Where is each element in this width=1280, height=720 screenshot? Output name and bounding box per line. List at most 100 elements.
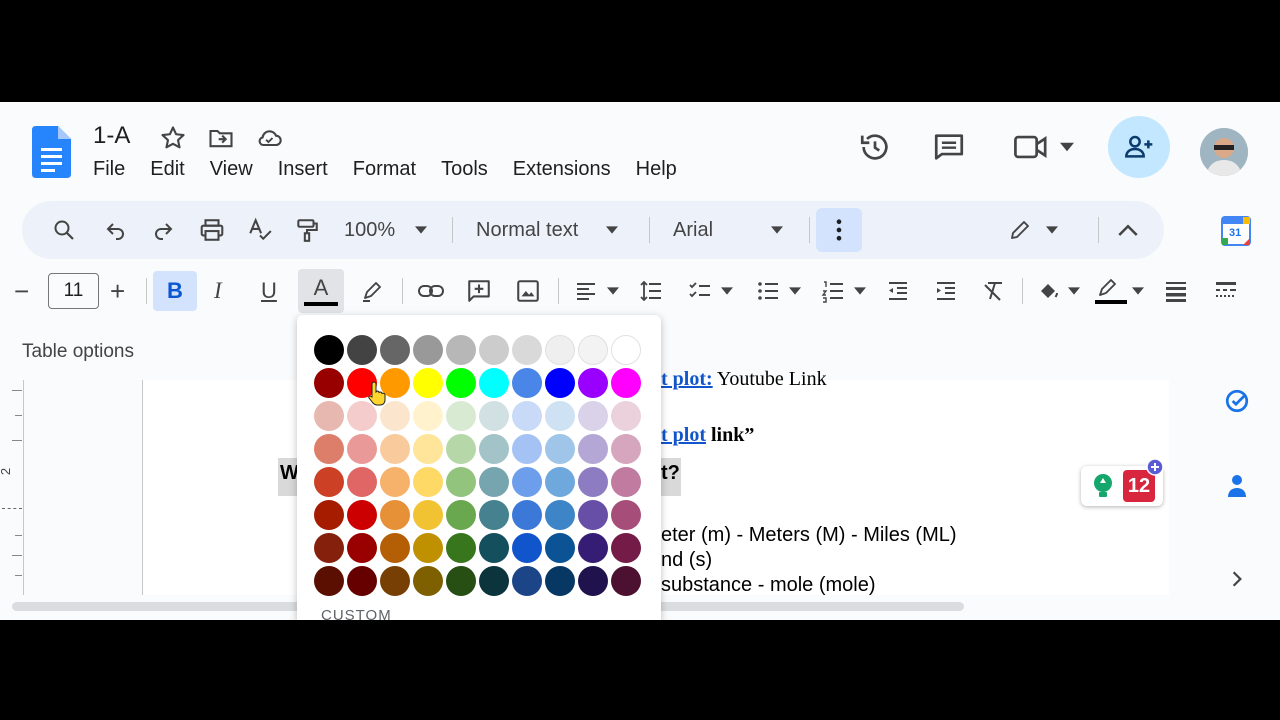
color-swatch[interactable] (545, 533, 575, 563)
color-swatch[interactable] (413, 566, 443, 596)
color-swatch[interactable] (611, 500, 641, 530)
table-options-button[interactable]: Table options (22, 341, 134, 363)
menu-file[interactable]: File (93, 158, 125, 181)
color-swatch[interactable] (413, 368, 443, 398)
border-width-button[interactable] (1163, 262, 1189, 320)
color-swatch[interactable] (314, 368, 344, 398)
menu-tools[interactable]: Tools (441, 158, 488, 181)
redo-button[interactable] (151, 201, 175, 259)
color-swatch[interactable] (512, 533, 542, 563)
color-swatch[interactable] (479, 368, 509, 398)
color-swatch[interactable] (545, 335, 575, 365)
color-swatch[interactable] (479, 566, 509, 596)
color-swatch[interactable] (380, 434, 410, 464)
star-icon[interactable] (159, 124, 187, 152)
color-swatch[interactable] (611, 401, 641, 431)
color-swatch[interactable] (611, 368, 641, 398)
paint-format-button[interactable] (294, 201, 320, 259)
color-swatch[interactable] (347, 335, 377, 365)
search-menus-button[interactable] (52, 201, 76, 259)
color-swatch[interactable] (413, 335, 443, 365)
color-swatch[interactable] (314, 500, 344, 530)
menu-extensions[interactable]: Extensions (513, 158, 611, 181)
contacts-icon[interactable] (1225, 473, 1249, 499)
color-swatch[interactable] (512, 434, 542, 464)
grammar-badge[interactable]: 12 (1081, 458, 1164, 506)
italic-button[interactable]: I (214, 262, 222, 320)
color-swatch[interactable] (578, 566, 608, 596)
color-swatch[interactable] (578, 500, 608, 530)
editing-mode-button[interactable] (1008, 201, 1058, 259)
highlight-color-button[interactable] (360, 262, 384, 320)
color-swatch[interactable] (545, 467, 575, 497)
color-swatch[interactable] (380, 467, 410, 497)
color-swatch[interactable] (347, 500, 377, 530)
color-swatch[interactable] (545, 401, 575, 431)
decrease-font-size-button[interactable]: − (14, 262, 29, 320)
bold-button[interactable]: B (153, 271, 197, 311)
color-swatch[interactable] (413, 401, 443, 431)
color-swatch[interactable] (314, 533, 344, 563)
color-swatch[interactable] (413, 533, 443, 563)
color-swatch[interactable] (347, 467, 377, 497)
color-swatch[interactable] (314, 566, 344, 596)
increase-indent-button[interactable] (933, 262, 959, 320)
menu-format[interactable]: Format (353, 158, 416, 181)
plot-link[interactable]: t plot (661, 424, 706, 446)
color-swatch[interactable] (611, 434, 641, 464)
comments-icon[interactable] (932, 130, 966, 164)
color-swatch[interactable] (578, 533, 608, 563)
tasks-icon[interactable] (1224, 388, 1250, 414)
color-swatch[interactable] (314, 467, 344, 497)
font-size-input[interactable]: 11 (48, 273, 99, 309)
color-swatch[interactable] (512, 500, 542, 530)
color-swatch[interactable] (512, 335, 542, 365)
color-swatch[interactable] (545, 566, 575, 596)
color-swatch[interactable] (479, 533, 509, 563)
color-swatch[interactable] (380, 533, 410, 563)
color-swatch[interactable] (578, 401, 608, 431)
clear-formatting-button[interactable] (981, 262, 1007, 320)
insert-link-button[interactable] (417, 262, 445, 320)
cell-fill-button[interactable] (1036, 262, 1080, 320)
youtube-link[interactable]: t plot: (661, 368, 713, 390)
color-swatch[interactable] (347, 533, 377, 563)
color-swatch[interactable] (545, 368, 575, 398)
zoom-select[interactable]: 100% (344, 201, 428, 259)
checklist-button[interactable] (687, 262, 733, 320)
numbered-list-button[interactable] (820, 262, 866, 320)
increase-font-size-button[interactable]: + (110, 262, 125, 320)
color-swatch[interactable] (314, 401, 344, 431)
color-swatch[interactable] (545, 500, 575, 530)
spellcheck-button[interactable] (247, 201, 273, 259)
color-swatch[interactable] (512, 368, 542, 398)
color-swatch[interactable] (512, 467, 542, 497)
color-swatch[interactable] (413, 434, 443, 464)
line-spacing-button[interactable] (638, 262, 664, 320)
decrease-indent-button[interactable] (885, 262, 911, 320)
color-swatch[interactable] (446, 467, 476, 497)
color-swatch[interactable] (380, 566, 410, 596)
color-swatch[interactable] (479, 467, 509, 497)
color-swatch[interactable] (314, 335, 344, 365)
menu-edit[interactable]: Edit (150, 158, 184, 181)
color-swatch[interactable] (545, 434, 575, 464)
menu-insert[interactable]: Insert (278, 158, 328, 181)
custom-color-label[interactable]: CUSTOM (321, 607, 392, 620)
color-swatch[interactable] (446, 368, 476, 398)
color-swatch[interactable] (611, 533, 641, 563)
color-swatch[interactable] (446, 335, 476, 365)
share-button[interactable] (1108, 116, 1170, 178)
move-folder-icon[interactable] (207, 124, 235, 152)
color-swatch[interactable] (446, 401, 476, 431)
more-options-button[interactable] (816, 208, 862, 252)
color-swatch[interactable] (380, 500, 410, 530)
color-swatch[interactable] (446, 533, 476, 563)
menu-view[interactable]: View (210, 158, 253, 181)
insert-image-button[interactable] (515, 262, 541, 320)
meet-dropdown-icon[interactable] (1060, 142, 1074, 152)
color-swatch[interactable] (446, 566, 476, 596)
color-swatch[interactable] (479, 401, 509, 431)
color-swatch[interactable] (446, 500, 476, 530)
color-swatch[interactable] (611, 566, 641, 596)
